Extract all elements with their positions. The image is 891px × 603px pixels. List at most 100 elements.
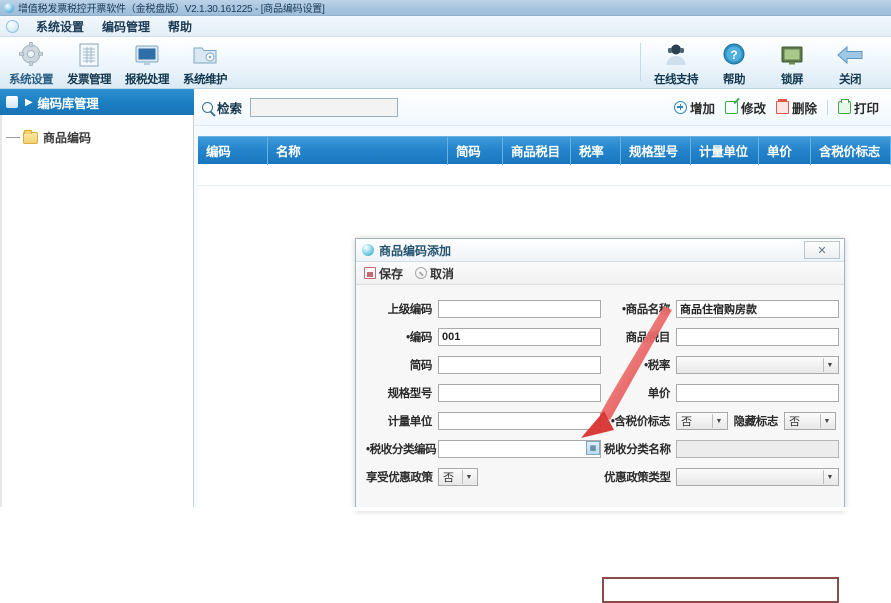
screen-lock-icon (778, 40, 806, 70)
toolbar-button-tax-filing[interactable]: 报税处理 (118, 37, 176, 89)
select-tax-included-flag[interactable]: 否 ▼ (676, 412, 728, 430)
column-header-name[interactable]: 名称 (268, 136, 448, 165)
input-tax-category-code[interactable] (438, 440, 601, 458)
toolbar-button-lock-screen[interactable]: 锁屏 (763, 37, 821, 89)
dialog-left-column: 上级编码 •编码 简码 规格型号 计量单位 •税收分类编码 (366, 299, 601, 495)
add-button[interactable]: 增加 (673, 98, 715, 117)
edit-button[interactable]: 修改 (724, 98, 766, 117)
field-tax-category-code: •税收分类编码 ▦ (366, 439, 601, 459)
toolbar-button-system-maintenance[interactable]: 系统维护 (176, 37, 234, 89)
field-tax-rate: •税率 ▼ (604, 355, 839, 375)
column-header-spec[interactable]: 规格型号 (621, 136, 691, 165)
close-icon[interactable]: ✕ (804, 241, 840, 259)
sidebar: ▶ 编码库管理 商品编码 (0, 89, 194, 511)
column-header-tax-rate[interactable]: 税率 (571, 136, 621, 165)
toolbar-button-close[interactable]: 关闭 (821, 37, 879, 89)
dialog-title: 商品编码添加 (379, 243, 452, 258)
toolbar-button-online-support[interactable]: 在线支持 (647, 37, 705, 89)
field-label-tax-category-name: 税收分类名称 (604, 444, 671, 456)
book-icon (6, 96, 18, 108)
sidebar-header-label: 编码库管理 (37, 96, 99, 111)
column-header-shortcode[interactable]: 简码 (448, 136, 503, 165)
search-input[interactable] (250, 97, 399, 117)
field-spec-model: 规格型号 (366, 383, 601, 403)
field-tax-category-name: 税收分类名称 (604, 439, 839, 459)
toolbar-divider (640, 43, 641, 81)
column-header-price[interactable]: 单价 (759, 136, 811, 165)
input-parent-code[interactable] (438, 300, 601, 318)
print-icon (837, 98, 851, 114)
field-label-spec-model: 规格型号 (387, 388, 433, 400)
menu-item-code-management[interactable]: 编码管理 (93, 16, 159, 37)
field-label-tax-item: 商品税目 (625, 332, 671, 344)
edit-button-label: 修改 (740, 101, 766, 116)
field-policy-type: 优惠政策类型 ▼ (604, 467, 839, 487)
input-tax-item[interactable] (676, 328, 839, 346)
toolbar-button-system-settings[interactable]: 系统设置 (2, 37, 60, 89)
cancel-button[interactable]: 取消 (415, 265, 454, 282)
field-label-policy-type: 优惠政策类型 (604, 472, 671, 484)
delete-button[interactable]: 删除 (775, 98, 817, 117)
input-unit-price[interactable] (676, 384, 839, 402)
input-tax-category-name[interactable] (676, 440, 839, 458)
field-label-tax-included-flag: •含税价标志 (610, 416, 671, 428)
print-button[interactable]: 打印 (837, 98, 879, 117)
tax-category-code-combo: ▦ (438, 440, 601, 458)
field-preferential-policy: 享受优惠政策 否 ▼ (366, 467, 601, 487)
ribbon-toolbar: 系统设置 发票管理 报税处理 系统维护 在线支持 ? 帮助 锁屏 关闭 (0, 37, 891, 89)
toolbar-label-invoice-management: 发票管理 (67, 74, 112, 86)
action-divider (826, 99, 828, 115)
save-button[interactable]: 保存 (364, 265, 403, 282)
ribbon-left-group: 系统设置 发票管理 报税处理 系统维护 (2, 37, 234, 89)
select-hidden-flag[interactable]: 否 ▼ (784, 412, 836, 430)
field-label-tax-category-code: •税收分类编码 (366, 444, 437, 456)
field-unit-price: 单价 (604, 383, 839, 403)
app-round-icon (6, 19, 19, 33)
dialog-body: 上级编码 •编码 简码 规格型号 计量单位 •税收分类编码 (356, 285, 844, 603)
input-code[interactable] (438, 328, 601, 346)
sidebar-item-label: 商品编码 (43, 131, 92, 145)
tree-branch-line (6, 137, 20, 138)
product-code-add-dialog: 商品编码添加 ✕ 保存 取消 上级编码 •编码 简码 (355, 238, 845, 603)
select-tax-rate[interactable]: ▼ (676, 356, 839, 374)
edit-icon (724, 100, 738, 114)
menu-item-system-settings[interactable]: 系统设置 (27, 16, 93, 37)
search-icon (202, 101, 213, 113)
field-label-hidden-flag: 隐藏标志 (733, 416, 779, 428)
column-header-unit[interactable]: 计量单位 (691, 136, 759, 165)
sidebar-item-product-code[interactable]: 商品编码 (6, 129, 194, 146)
column-header-tax-item[interactable]: 商品税目 (503, 136, 571, 165)
folder-icon (23, 129, 38, 144)
input-unit[interactable] (438, 412, 601, 430)
flags-row: •含税价标志 否 ▼ 隐藏标志 否 ▼ (604, 411, 839, 431)
folder-disc-icon (191, 40, 219, 70)
column-header-tax-included-flag[interactable]: 含税价标志 (811, 136, 891, 165)
delete-button-label: 删除 (791, 101, 817, 116)
monitor-icon (133, 40, 161, 70)
input-product-name[interactable] (676, 300, 839, 318)
save-button-label: 保存 (379, 266, 404, 281)
cancel-button-label: 取消 (430, 266, 455, 281)
input-short-code[interactable] (438, 356, 601, 374)
select-preferential-policy[interactable]: 否 ▼ (438, 468, 478, 486)
dialog-toolbar: 保存 取消 (356, 262, 844, 285)
record-actions: 增加 修改 删除 打印 (664, 98, 879, 117)
person-support-icon (662, 40, 690, 70)
print-button-label: 打印 (853, 101, 879, 116)
browse-icon[interactable]: ▦ (586, 441, 600, 455)
sidebar-header: ▶ 编码库管理 (0, 89, 194, 115)
column-header-code[interactable]: 编码 (198, 136, 268, 165)
data-grid-header: 编码 名称 简码 商品税目 税率 规格型号 计量单位 单价 含税价标志 (198, 136, 891, 165)
add-button-label: 增加 (689, 101, 715, 116)
field-tax-item: 商品税目 (604, 327, 839, 347)
field-label-tax-rate: •税率 (644, 360, 670, 372)
select-policy-type[interactable]: ▼ (676, 468, 839, 486)
input-spec-model[interactable] (438, 384, 601, 402)
toolbar-button-help[interactable]: ? 帮助 (705, 37, 763, 89)
back-arrow-icon (835, 40, 865, 70)
toolbar-label-system-settings: 系统设置 (9, 74, 54, 86)
toolbar-button-invoice-management[interactable]: 发票管理 (60, 37, 118, 89)
field-label-unit-price: 单价 (647, 388, 671, 400)
toolbar-label-close: 关闭 (839, 74, 862, 86)
menu-item-help[interactable]: 帮助 (159, 16, 201, 37)
